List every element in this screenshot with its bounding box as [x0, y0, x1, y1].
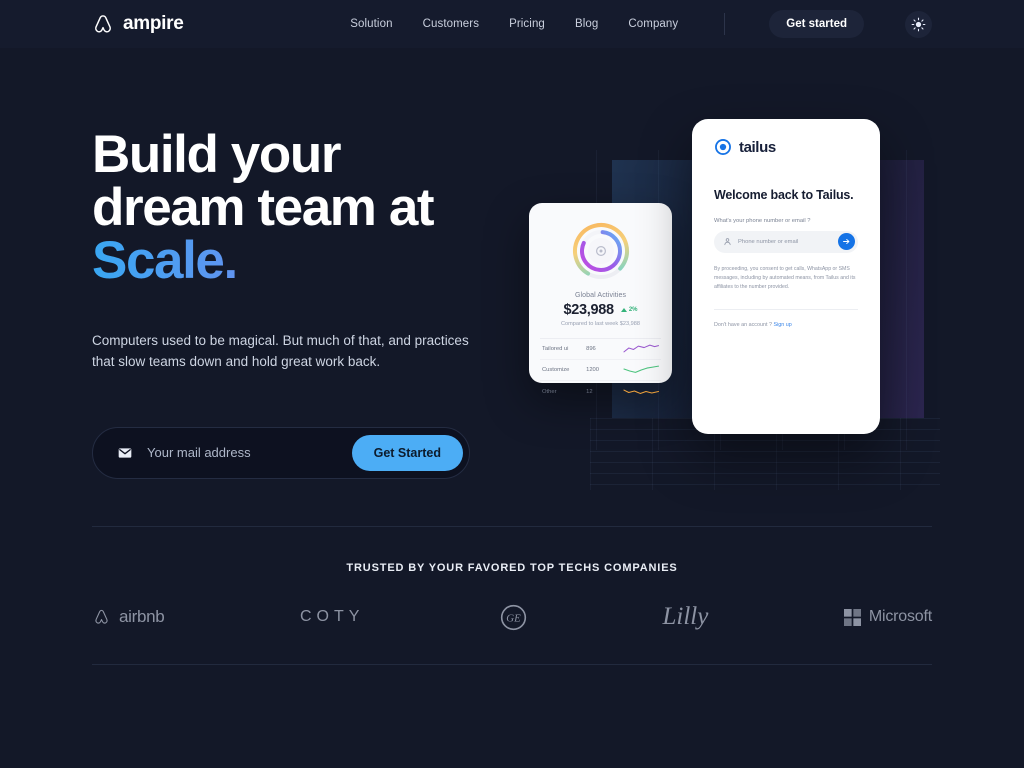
dashboard-delta-value: 2% [628, 307, 638, 313]
nav-divider [724, 13, 726, 35]
logo-microsoft: Microsoft [843, 608, 932, 626]
trusted-by-title: TRUSTED BY YOUR FAVORED TOP TECHS COMPAN… [346, 562, 678, 574]
envelope-icon [118, 448, 132, 458]
logo-airbnb: airbnb [92, 607, 165, 627]
landing-page: ampire Solution Customers Pricing Blog C… [0, 0, 1024, 768]
tailus-input-group [714, 230, 858, 253]
table-row[interactable]: Customize 1200 [540, 360, 661, 381]
tailus-legal-text: By proceeding, you consent to get calls,… [714, 265, 856, 290]
logo-microsoft-label: Microsoft [868, 608, 932, 625]
hero-get-started-button[interactable]: Get Started [351, 434, 463, 471]
dashboard-figure: $23,988 [563, 302, 615, 318]
user-icon [724, 238, 731, 246]
table-row[interactable]: Other 12 [540, 381, 661, 402]
logo-lilly-label: Lilly [662, 603, 709, 630]
metric-name: Other [542, 388, 557, 395]
brand-name: ampire [123, 13, 184, 34]
nav-item-company[interactable]: Company [628, 18, 678, 30]
section-divider-top [92, 526, 932, 527]
nav-item-solution[interactable]: Solution [350, 18, 392, 30]
theme-toggle-button[interactable] [905, 10, 932, 38]
tailus-login-card: tailus Welcome back to Tailus. What's yo… [692, 119, 880, 434]
hero-title-line-1: Build your [92, 125, 341, 184]
email-input[interactable] [147, 445, 352, 461]
sparkline-icon [622, 365, 659, 373]
metric-value: 1200 [586, 367, 600, 373]
tailus-submit-button[interactable] [838, 233, 855, 251]
hero-section: Build your dream team at Scale. Computer… [92, 128, 512, 479]
tailus-signup-row: Don't have an account ? Sign up [714, 322, 858, 328]
header-get-started-button[interactable]: Get started [769, 10, 864, 38]
hero-title-accent: Scale. [92, 234, 512, 287]
metric-name: Customize [542, 367, 570, 373]
sun-icon [911, 17, 926, 31]
dashboard-label: Global Activities [574, 292, 627, 299]
email-signup-form: Get Started [92, 426, 470, 479]
sparkline-icon [622, 389, 659, 394]
logo-coty-label: COTY [300, 608, 365, 625]
dashboard-delta: 2% [620, 307, 638, 313]
dashboard-comparison: Compared to last week $23,988 [561, 321, 640, 327]
section-divider-bottom [92, 664, 932, 665]
sparkline-icon [622, 344, 659, 353]
hero-subtitle: Computers used to be magical. But much o… [92, 333, 469, 369]
partner-logo-row: airbnb COTY GE Lilly Microsoft [92, 596, 932, 638]
logo-lilly: Lilly [663, 603, 709, 631]
svg-text:GE: GE [506, 612, 521, 624]
dashboard-metric-list: Tailored ui 896 Customize 1200 Other 12 [540, 338, 661, 402]
tailus-question-label: What's your phone number or email ? [714, 217, 811, 224]
tailus-target-icon [715, 139, 731, 155]
tailus-signup-link[interactable]: Sign up [773, 322, 791, 328]
activity-donut-icon [572, 223, 629, 279]
ge-icon: GE [500, 604, 527, 630]
ampire-drop-logo-icon [95, 15, 111, 33]
tailus-brand: tailus [714, 138, 858, 156]
tailus-welcome-heading: Welcome back to Tailus. [714, 188, 854, 202]
trend-up-icon [620, 308, 627, 312]
page-title: Build your dream team at Scale. [92, 128, 512, 287]
tailus-signup-text: Don't have an account ? [714, 321, 772, 328]
arrow-right-icon [843, 239, 850, 245]
metric-value: 12 [586, 388, 593, 395]
logo-airbnb-label: airbnb [119, 607, 165, 626]
tailus-brand-name: tailus [739, 138, 776, 156]
airbnb-icon [95, 609, 108, 624]
table-row[interactable]: Tailored ui 896 [540, 339, 661, 360]
nav-item-pricing[interactable]: Pricing [509, 18, 545, 30]
site-header: ampire Solution Customers Pricing Blog C… [0, 0, 1024, 48]
logo-ge: GE [500, 604, 527, 631]
main-nav: Solution Customers Pricing Blog Company … [350, 10, 1024, 38]
brand-logo[interactable]: ampire [92, 13, 184, 35]
dashboard-figure-row: $23,988 2% [540, 302, 661, 318]
tailus-phone-email-input[interactable] [738, 238, 838, 245]
nav-item-customers[interactable]: Customers [423, 18, 480, 30]
donut-chart [540, 220, 661, 282]
dashboard-preview-card: Global Activities $23,988 2% Compared to… [529, 203, 672, 395]
metric-value: 896 [586, 346, 596, 352]
nav-item-blog[interactable]: Blog [575, 18, 598, 30]
metric-name: Tailored ui [542, 346, 569, 352]
hero-title-line-2: dream team at [92, 178, 435, 237]
tailus-divider [714, 308, 858, 310]
logo-coty: COTY [300, 608, 364, 626]
microsoft-icon [843, 608, 861, 626]
